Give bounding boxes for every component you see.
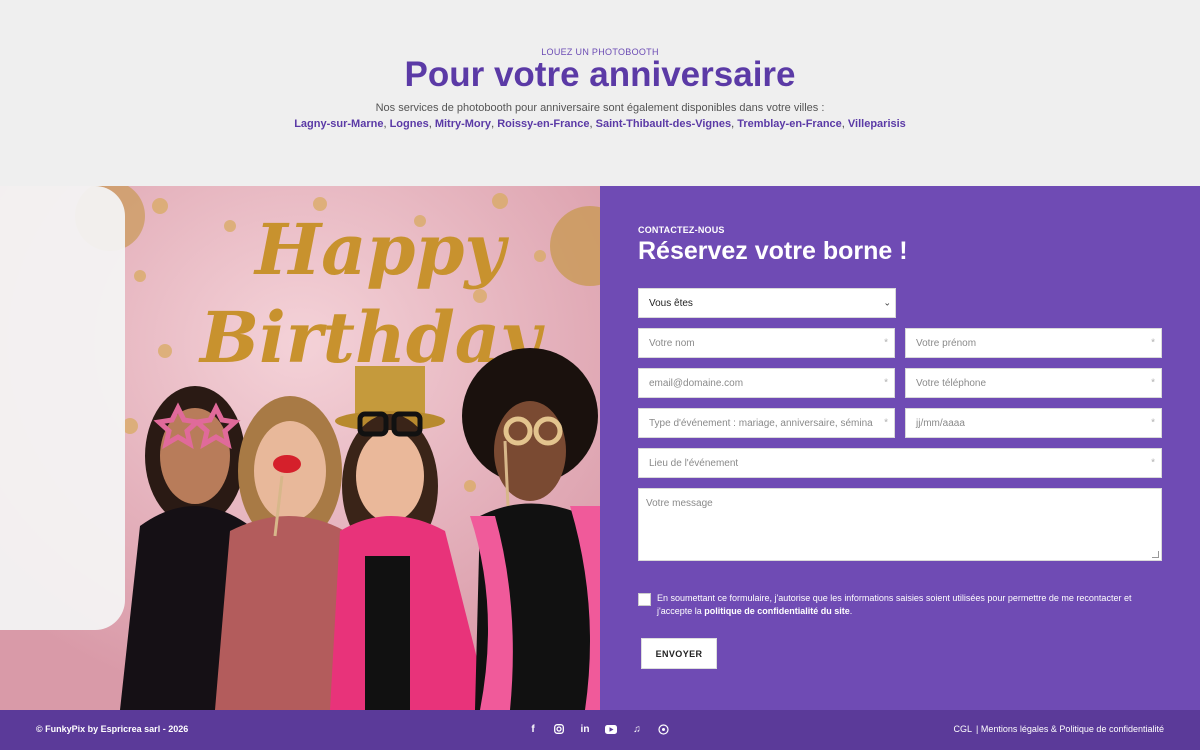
footer: © FunkyPix by Espricrea sarl - 2026 f in…	[0, 710, 1200, 750]
email-field[interactable]: email@domaine.com *	[638, 368, 895, 398]
phone-field[interactable]: Votre téléphone *	[905, 368, 1162, 398]
city-link-villeparisis[interactable]: Villeparisis	[848, 118, 906, 130]
youtube-icon[interactable]	[605, 723, 617, 735]
copyright-text: © FunkyPix by Espricrea sarl - 2026	[36, 724, 189, 734]
required-mark: *	[1151, 457, 1155, 469]
instagram-icon[interactable]	[553, 723, 565, 735]
message-placeholder: Votre message	[646, 498, 713, 509]
required-mark: *	[1151, 377, 1155, 389]
form-title: Réservez votre borne !	[638, 237, 908, 265]
event-type-field[interactable]: Type d'événement : mariage, anniversaire…	[638, 408, 895, 438]
consent-text: En soumettant ce formulaire, j'autorise …	[657, 592, 1168, 618]
date-placeholder: jj/mm/aaaa	[916, 417, 965, 429]
contact-form-panel: CONTACTEZ-NOUS Réservez votre borne ! Vo…	[600, 186, 1200, 710]
banner-text-line1: Happy	[253, 208, 509, 291]
firstname-field[interactable]: Votre prénom *	[905, 328, 1162, 358]
birthday-party-photo: Happy Birthday	[0, 186, 600, 710]
contact-eyebrow: CONTACTEZ-NOUS	[638, 225, 725, 235]
required-mark: *	[1151, 417, 1155, 429]
consent-checkbox[interactable]	[638, 593, 651, 606]
linkedin-icon[interactable]: in	[579, 723, 591, 735]
social-links: f in ♫	[527, 723, 669, 735]
firstname-placeholder: Votre prénom	[916, 337, 977, 349]
submit-button[interactable]: ENVOYER	[641, 638, 717, 669]
legal-links: CGL | Mentions légales & Politique de con…	[954, 724, 1164, 734]
consent-row: En soumettant ce formulaire, j'autorise …	[638, 592, 1168, 618]
phone-placeholder: Votre téléphone	[916, 377, 987, 389]
required-mark: *	[1151, 337, 1155, 349]
customer-type-value: Vous êtes	[649, 297, 693, 309]
city-link-saint-thibault[interactable]: Saint-Thibault-des-Vignes	[596, 118, 731, 130]
whatsapp-icon[interactable]	[657, 723, 669, 735]
chevron-down-icon: ⌄	[883, 297, 891, 308]
city-link-roissy[interactable]: Roissy-en-France	[497, 118, 589, 130]
tiktok-icon[interactable]: ♫	[631, 723, 643, 735]
email-placeholder: email@domaine.com	[649, 377, 744, 389]
location-field[interactable]: Lieu de l'événement *	[638, 448, 1162, 478]
city-link-lognes[interactable]: Lognes	[390, 118, 429, 130]
legal-notice-link[interactable]: | Mentions légales & Politique de confid…	[976, 724, 1164, 734]
customer-type-select[interactable]: Vous êtes ⌄	[638, 288, 896, 318]
consent-text-end: .	[849, 606, 853, 616]
required-mark: *	[884, 377, 888, 389]
city-link-mitry[interactable]: Mitry-Mory	[435, 118, 491, 130]
hero-subtitle: Nos services de photobooth pour annivers…	[375, 102, 825, 114]
message-textarea[interactable]: Votre message	[638, 488, 1162, 561]
hero-section: LOUEZ UN PHOTOBOOTH Pour votre anniversa…	[0, 0, 1200, 186]
required-mark: *	[884, 337, 888, 349]
location-placeholder: Lieu de l'événement	[649, 457, 739, 469]
city-link-tremblay[interactable]: Tremblay-en-France	[737, 118, 842, 130]
date-field[interactable]: jj/mm/aaaa *	[905, 408, 1162, 438]
facebook-icon[interactable]: f	[527, 723, 539, 735]
event-type-placeholder: Type d'événement : mariage, anniversaire…	[649, 417, 873, 429]
resize-handle-icon[interactable]	[1152, 551, 1159, 558]
required-mark: *	[884, 417, 888, 429]
cgl-link[interactable]: CGL	[954, 724, 973, 734]
city-link-lagny[interactable]: Lagny-sur-Marne	[294, 118, 383, 130]
name-placeholder: Votre nom	[649, 337, 695, 349]
page-title: Pour votre anniversaire	[404, 55, 796, 94]
name-field[interactable]: Votre nom *	[638, 328, 895, 358]
privacy-policy-link[interactable]: politique de confidentialité du site	[704, 606, 850, 616]
city-links: Lagny-sur-Marne, Lognes, Mitry-Mory, Roi…	[294, 118, 906, 130]
